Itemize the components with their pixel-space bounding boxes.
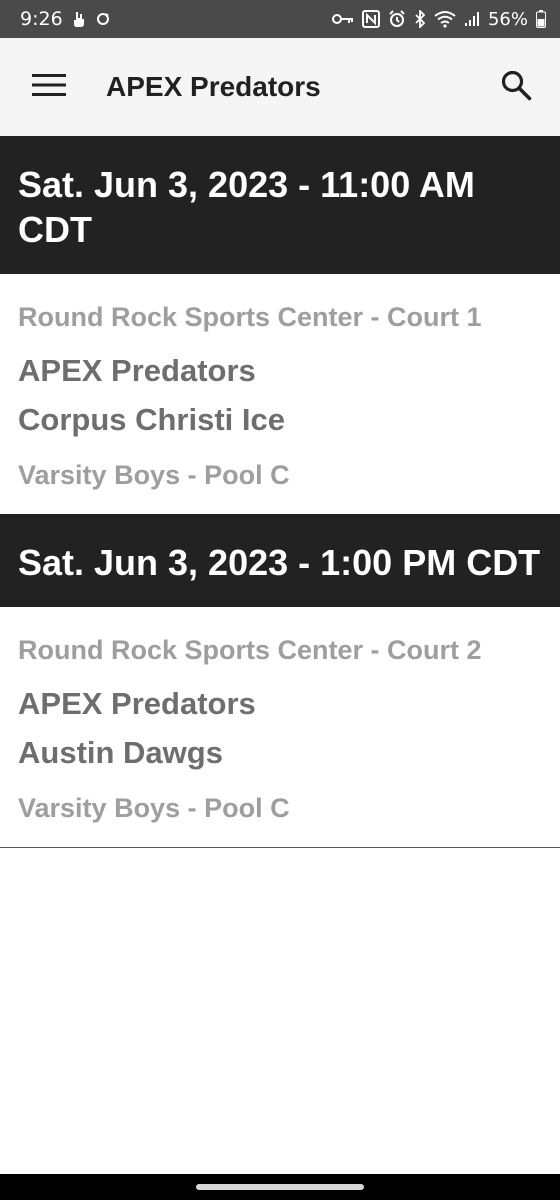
status-left: 9:26 [20, 8, 111, 30]
game-team-home: APEX Predators [18, 686, 256, 721]
alarm-icon [388, 10, 406, 28]
game-team-away: Corpus Christi Ice [18, 402, 285, 437]
game-date-header: Sat. Jun 3, 2023 - 11:00 AM CDT [0, 136, 560, 274]
navigation-bar [0, 1174, 560, 1200]
game-team-home: APEX Predators [18, 353, 256, 388]
menu-icon [32, 73, 66, 102]
game-venue: Round Rock Sports Center - Court 2 [18, 635, 482, 665]
game-card[interactable]: Round Rock Sports Center - Court 1 APEX … [0, 274, 560, 514]
app-title: APEX Predators [106, 71, 321, 102]
sync-icon [95, 11, 111, 27]
home-gesture-handle[interactable] [196, 1184, 364, 1190]
status-right: 56% [331, 8, 546, 30]
search-button[interactable] [480, 38, 552, 136]
game-venue: Round Rock Sports Center - Court 1 [18, 302, 482, 332]
key-icon [331, 12, 354, 26]
game-date-header: Sat. Jun 3, 2023 - 1:00 PM CDT [0, 514, 560, 607]
game-division: Varsity Boys - Pool C [18, 793, 290, 823]
status-bar: 9:26 56% [0, 0, 560, 38]
nfc-icon [361, 10, 380, 28]
search-icon [500, 69, 532, 106]
menu-button[interactable] [0, 38, 98, 136]
signal-icon [464, 11, 480, 27]
wifi-icon [434, 10, 456, 28]
game-division: Varsity Boys - Pool C [18, 460, 290, 490]
battery-icon [536, 10, 546, 28]
app-screen: 9:26 56% APEX Predators Sat. Jun 3, 2023… [0, 0, 560, 1200]
battery-percent: 56% [487, 8, 528, 30]
app-bar: APEX Predators [0, 38, 560, 136]
game-list: Sat. Jun 3, 2023 - 11:00 AM CDT Round Ro… [0, 136, 560, 848]
game-card[interactable]: Round Rock Sports Center - Court 2 APEX … [0, 607, 560, 848]
game-team-away: Austin Dawgs [18, 735, 223, 770]
bluetooth-icon [414, 10, 426, 28]
status-time: 9:26 [20, 8, 63, 30]
hand-notification-icon [71, 10, 87, 28]
